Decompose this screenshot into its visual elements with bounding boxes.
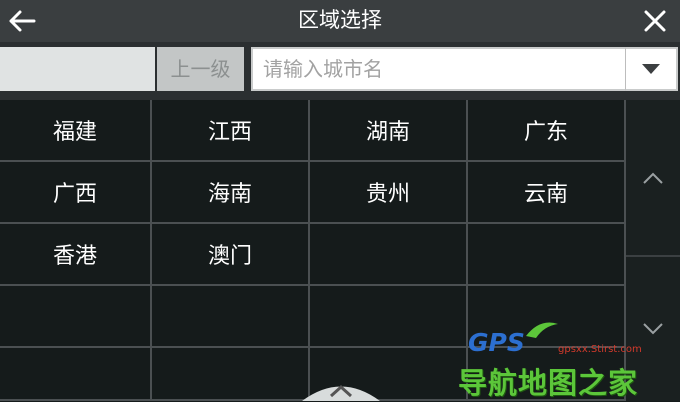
title-bar: 区域选择 (0, 0, 680, 42)
empty-region-cell (310, 286, 468, 348)
empty-region-cell (310, 224, 468, 286)
region-cell[interactable]: 贵州 (310, 162, 468, 224)
empty-region-cell (468, 348, 626, 401)
scroll-up-button[interactable] (626, 100, 680, 257)
region-grid: 福建 江西 湖南 广东广西 海南 贵州 云南香港 澳门 (0, 100, 626, 401)
empty-region-cell (0, 286, 152, 348)
current-region-field[interactable] (0, 47, 155, 91)
city-dropdown-button[interactable] (625, 47, 678, 91)
arrow-left-icon (9, 10, 36, 32)
scroll-down-button[interactable] (626, 257, 680, 401)
chevron-down-icon (643, 323, 663, 335)
region-cell[interactable]: 澳门 (152, 224, 310, 286)
empty-region-cell (468, 286, 626, 348)
back-button[interactable] (4, 4, 40, 38)
region-cell[interactable]: 云南 (468, 162, 626, 224)
pull-up-handle[interactable] (300, 378, 382, 401)
chevron-up-icon (643, 172, 663, 184)
page-title: 区域选择 (298, 8, 382, 32)
region-cell[interactable]: 海南 (152, 162, 310, 224)
scroll-panel (626, 100, 680, 401)
empty-region-cell (0, 348, 152, 401)
region-cell[interactable]: 广西 (0, 162, 152, 224)
close-button[interactable] (638, 4, 672, 38)
region-cell[interactable]: 湖南 (310, 100, 468, 162)
city-search-input[interactable] (251, 47, 625, 91)
up-level-button[interactable]: 上一级 (157, 47, 244, 91)
close-icon (644, 10, 666, 32)
empty-region-cell (152, 286, 310, 348)
region-cell[interactable]: 香港 (0, 224, 152, 286)
triangle-down-icon (642, 64, 660, 74)
region-cell[interactable]: 广东 (468, 100, 626, 162)
search-row: 上一级 (0, 42, 680, 100)
region-cell[interactable]: 江西 (152, 100, 310, 162)
empty-region-cell (152, 348, 310, 401)
empty-region-cell (468, 224, 626, 286)
region-cell[interactable]: 福建 (0, 100, 152, 162)
